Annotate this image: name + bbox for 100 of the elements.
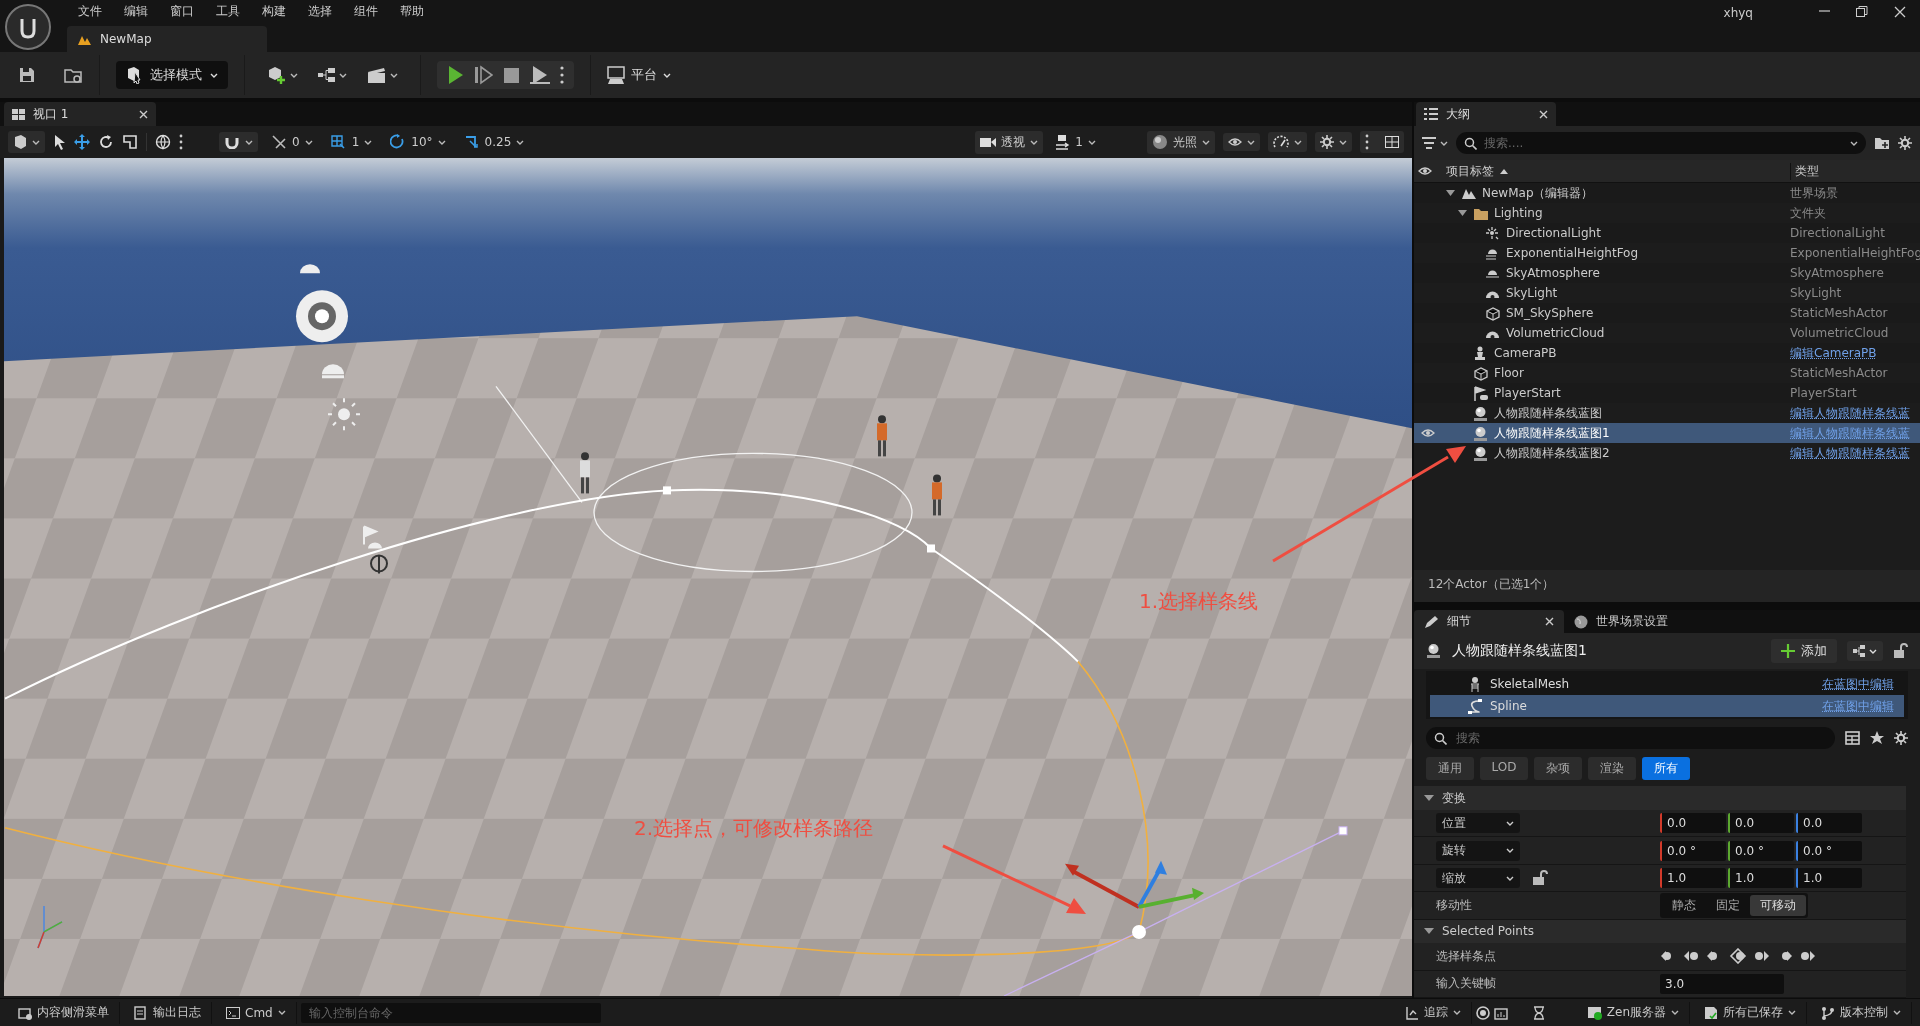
rotate-icon[interactable]: [98, 134, 114, 150]
tangent-handle[interactable]: [1338, 826, 1348, 836]
mode-dropdown[interactable]: 选择模式: [116, 61, 228, 89]
performance-button[interactable]: [1268, 132, 1307, 152]
component-row[interactable]: Spline 在蓝图中编辑: [1430, 695, 1904, 718]
transform-gizmo[interactable]: [1065, 860, 1204, 939]
number-field[interactable]: 0.0: [1728, 813, 1794, 834]
section-header[interactable]: Selected Points: [1414, 919, 1906, 944]
snap-button[interactable]: [219, 132, 258, 152]
outliner-tab[interactable]: 大纲: [1416, 102, 1556, 126]
number-field[interactable]: 3.0: [1660, 973, 1784, 994]
mobility-option[interactable]: 可移动: [1750, 894, 1806, 916]
character-figure[interactable]: [580, 452, 590, 494]
number-field[interactable]: 1.0: [1796, 868, 1862, 888]
move-icon[interactable]: [74, 134, 90, 150]
settings-icon[interactable]: [1898, 136, 1912, 150]
edit-blueprint-link[interactable]: 编辑人物跟随样条线蓝: [1790, 445, 1910, 460]
step-icon[interactable]: [474, 65, 493, 85]
outliner-row[interactable]: Floor StaticMeshActor: [1414, 363, 1920, 383]
eject-icon[interactable]: [530, 65, 550, 85]
outliner-row[interactable]: SkyLight SkyLight: [1414, 283, 1920, 303]
eye-icon[interactable]: [1421, 427, 1435, 439]
camera-speed-button[interactable]: 1: [1051, 131, 1101, 153]
edit-blueprint-link[interactable]: 编辑人物跟随样条线蓝: [1790, 405, 1910, 420]
play-icon[interactable]: [447, 65, 464, 85]
stop-icon[interactable]: [503, 66, 520, 84]
outliner-row[interactable]: 人物跟随样条线蓝图1 编辑人物跟随样条线蓝: [1414, 423, 1920, 443]
document-tab[interactable]: NewMap: [67, 26, 267, 52]
character-figure[interactable]: [877, 415, 887, 457]
menu-item[interactable]: 编辑: [113, 2, 159, 20]
close-icon[interactable]: [139, 109, 148, 119]
rotate-snap-button[interactable]: 10°: [385, 131, 451, 153]
scale-icon[interactable]: [122, 134, 138, 150]
star-icon[interactable]: [1870, 731, 1884, 746]
mobility-option[interactable]: 固定: [1706, 894, 1750, 916]
table-icon[interactable]: [1845, 731, 1860, 746]
menu-item[interactable]: 窗口: [159, 2, 205, 20]
transform-dropdown[interactable]: 缩放: [1436, 868, 1520, 888]
drawer-button[interactable]: 内容侧滑菜单: [8, 1001, 120, 1024]
filter-tab[interactable]: 渲染: [1588, 757, 1636, 781]
number-field[interactable]: 0.0: [1660, 813, 1726, 834]
component-row[interactable]: SkeletalMesh 在蓝图中编辑: [1430, 673, 1904, 696]
menu-item[interactable]: 工具: [205, 2, 251, 20]
number-field[interactable]: 1.0: [1728, 868, 1794, 888]
player-start-icon[interactable]: [363, 525, 382, 549]
search-field[interactable]: 搜索....: [1456, 132, 1866, 154]
number-field[interactable]: 0.0 °: [1796, 840, 1862, 861]
more-icon[interactable]: [560, 65, 564, 85]
search-field[interactable]: 搜索: [1426, 727, 1835, 750]
layout-button[interactable]: [1360, 131, 1404, 153]
settings-button[interactable]: [1315, 132, 1352, 152]
select-arrow-icon[interactable]: [53, 134, 66, 150]
filter-button[interactable]: [1422, 137, 1448, 149]
eye-icon[interactable]: [1228, 136, 1242, 148]
transform-dropdown[interactable]: 位置: [1436, 813, 1520, 834]
panel-tab[interactable]: 细节: [1414, 610, 1564, 634]
menu-item[interactable]: 构建: [251, 2, 297, 20]
camera-icon[interactable]: [370, 554, 388, 575]
screenshot-icon[interactable]: [1493, 1005, 1508, 1020]
zen-button[interactable]: Zen服务器: [1577, 1001, 1690, 1024]
outliner-row[interactable]: VolumetricCloud VolumetricCloud: [1414, 323, 1920, 343]
outliner-row[interactable]: 人物跟随样条线蓝图 编辑人物跟随样条线蓝: [1414, 403, 1920, 423]
column-header[interactable]: 类型: [1790, 162, 1920, 180]
save-button[interactable]: 所有已保存: [1694, 1001, 1807, 1024]
outliner-row[interactable]: 人物跟随样条线蓝图2 编辑人物跟随样条线蓝: [1414, 443, 1920, 463]
lighting-button[interactable]: 光照: [1147, 130, 1215, 154]
cmd-button[interactable]: Cmd: [216, 1001, 297, 1024]
outliner-row[interactable]: Lighting 文件夹: [1414, 203, 1920, 223]
close-icon[interactable]: [1894, 6, 1906, 18]
blueprint-options-button[interactable]: [1847, 641, 1883, 662]
scale-snap-button[interactable]: 0.25: [458, 131, 530, 153]
mobility-option[interactable]: 静态: [1662, 894, 1706, 916]
grid-snap-button[interactable]: 1: [325, 131, 378, 153]
show-button[interactable]: [1223, 133, 1260, 151]
source-button[interactable]: 版本控制: [1811, 1001, 1912, 1024]
sky-atmosphere-icon[interactable]: [300, 264, 320, 274]
add-component-button[interactable]: 添加: [1771, 639, 1837, 664]
edit-in-blueprint-link[interactable]: 在蓝图中编辑: [1822, 676, 1894, 693]
column-header[interactable]: 项目标签: [1442, 162, 1790, 180]
edit-blueprint-link[interactable]: 编辑CameraPB: [1790, 345, 1877, 360]
more-icon[interactable]: [179, 134, 183, 150]
platform-button[interactable]: 平台: [607, 66, 671, 84]
transform-dropdown[interactable]: 旋转: [1436, 840, 1520, 861]
menu-item[interactable]: 文件: [67, 2, 113, 20]
record-icon[interactable]: [1475, 1005, 1490, 1020]
hourglass-icon[interactable]: [1531, 1005, 1546, 1020]
filter-tab[interactable]: 所有: [1642, 757, 1690, 781]
directional-light-icon[interactable]: [296, 290, 348, 343]
log-button[interactable]: 输出日志: [124, 1001, 212, 1024]
save-icon[interactable]: [18, 66, 36, 84]
number-field[interactable]: 1.0: [1660, 868, 1726, 888]
number-field[interactable]: 0.0 °: [1728, 840, 1794, 861]
select-all-icon[interactable]: [1729, 948, 1747, 965]
trace-button[interactable]: 追踪: [1394, 1001, 1472, 1024]
filter-tab[interactable]: LOD: [1480, 757, 1528, 781]
settings-icon[interactable]: [1894, 731, 1908, 746]
number-field[interactable]: 0.0 °: [1660, 840, 1726, 861]
surface-snap-button[interactable]: 0: [266, 131, 318, 153]
viewport-tab[interactable]: 视口 1: [4, 102, 156, 126]
filter-tab[interactable]: 通用: [1426, 757, 1474, 781]
